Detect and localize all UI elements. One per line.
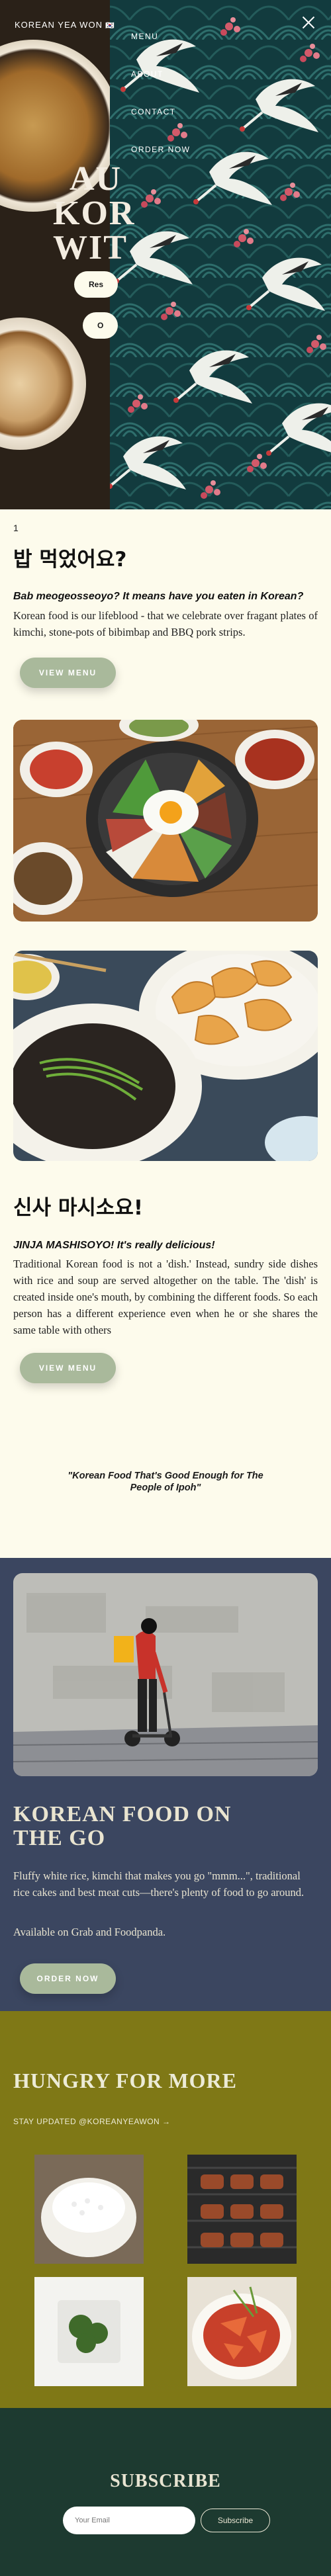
hungry-for-more-section: HUNGRY FOR MORE STAY UPDATED @KOREANYEAW… [0,2011,331,2408]
subscribe-heading: SUBSCRIBE [110,2471,221,2491]
menu-item-contact[interactable]: CONTACT [131,107,191,145]
brand-name: KOREAN YEA WON [15,20,103,30]
rice-bowl-photo[interactable] [34,2155,144,2264]
hero-title-line: KOR [53,194,136,232]
brand-logo[interactable]: KOREAN YEA WON 🇰🇷 [15,20,115,30]
bibimbap-photo [13,720,318,922]
jjajangmyeon-photo [13,951,318,1161]
go-heading-line: KOREAN FOOD ON [13,1802,232,1826]
hungry-heading: HUNGRY FOR MORE [13,2069,237,2092]
menu-item-menu[interactable]: MENU [131,32,191,69]
menu-item-order-now[interactable]: ORDER NOW [131,145,191,183]
section-number: 1 [13,523,19,533]
view-menu-button-2[interactable]: VIEW MENU [20,1353,116,1383]
green-side-dish-photo[interactable] [34,2277,144,2386]
dumpling-plate-image [0,318,86,450]
view-menu-button[interactable]: VIEW MENU [20,658,116,688]
close-icon[interactable] [301,15,316,30]
hero-title-line: WIT [53,229,128,267]
bbq-skewers-photo[interactable] [187,2155,297,2264]
menu-item-about[interactable]: ABOUT [131,69,191,107]
second-heading: 신사 마시소요! [13,1196,144,1220]
email-field[interactable] [63,2507,195,2534]
go-availability: Available on Grab and Foodpanda. [13,1926,166,1938]
go-paragraph: Fluffy white rice, kimchi that makes you… [13,1869,305,1899]
menu-links: MENU ABOUT CONTACT ORDER NOW [131,32,191,183]
go-heading: KOREAN FOOD ON THE GO [13,1803,231,1850]
second-lead: JINJA MASHISOYO! It's really delicious! [13,1240,215,1251]
instagram-link[interactable]: STAY UPDATED @KOREANYEAWON → [13,2117,171,2126]
subscribe-section: SUBSCRIBE Subscribe [0,2408,331,2576]
second-body: Traditional Korean food is not a 'dish.'… [13,1258,318,1336]
order-now-button[interactable]: ORDER NOW [20,1963,116,1994]
delivery-scooter-photo [13,1573,318,1776]
kimchi-bowl-photo[interactable] [187,2277,297,2386]
subscribe-button[interactable]: Subscribe [201,2509,270,2532]
intro-lead: Bab meogeosseoyo? It means have you eate… [13,591,304,602]
reserve-button[interactable]: Res [74,271,118,298]
order-button[interactable]: O [83,312,118,339]
quote-text: "Korean Food That's Good Enough for The … [68,1471,263,1493]
menu-overlay: MENU ABOUT CONTACT ORDER NOW [110,0,331,509]
intro-body: Korean food is our lifeblood - that we c… [13,609,318,638]
flag-icon: 🇰🇷 [105,22,115,30]
hero-title: AU KOR WIT [53,160,135,265]
go-heading-line: THE GO [13,1826,106,1850]
food-on-the-go-section: KOREAN FOOD ON THE GO Fluffy white rice,… [0,1558,331,2011]
hero-title-line: AU [70,160,122,198]
intro-heading: 밥 먹었어요? [13,548,127,572]
